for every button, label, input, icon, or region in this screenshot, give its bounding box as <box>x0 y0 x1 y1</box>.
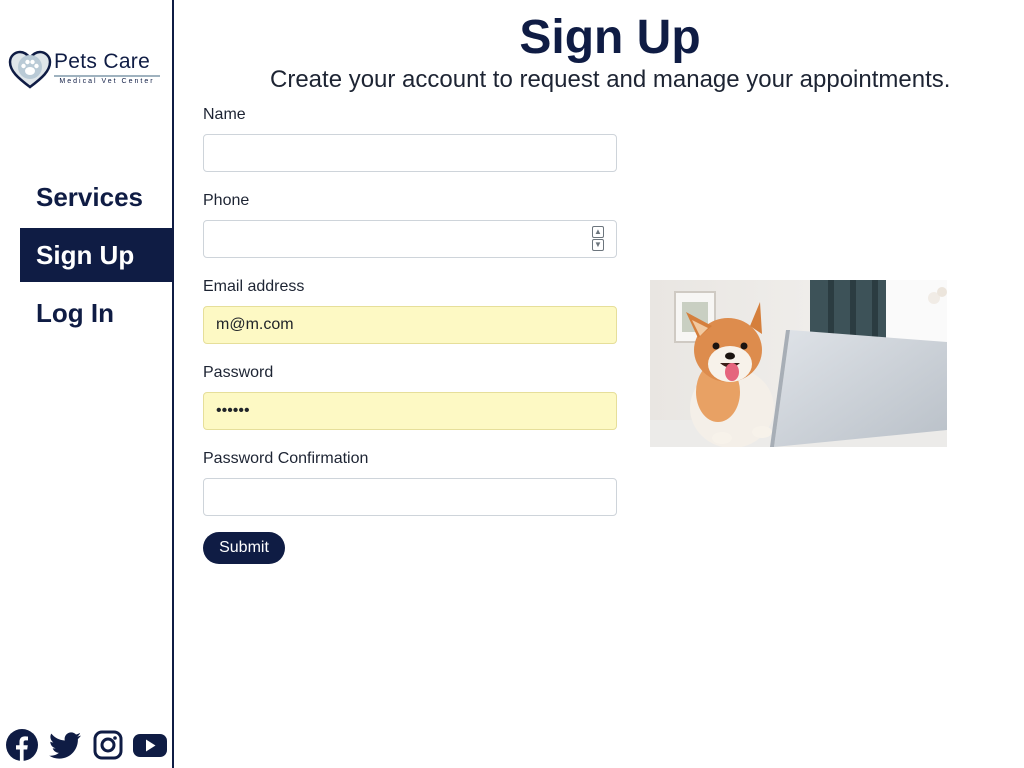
stepper-up-icon[interactable]: ▲ <box>592 226 604 238</box>
dog-with-laptop-image <box>650 280 947 447</box>
email-label: Email address <box>203 278 305 295</box>
password-confirmation-label: Password Confirmation <box>203 450 369 467</box>
brand-name: Pets Care <box>54 50 151 73</box>
password-confirmation-field[interactable] <box>203 478 617 516</box>
nav-item-services[interactable]: Services <box>20 170 174 224</box>
youtube-icon[interactable] <box>132 729 168 766</box>
main-nav: Services Sign Up Log In <box>20 170 174 344</box>
page-title: Sign Up <box>519 11 701 64</box>
nav-item-sign-up[interactable]: Sign Up <box>20 228 174 282</box>
submit-button[interactable]: Submit <box>203 532 285 564</box>
phone-label: Phone <box>203 192 250 209</box>
email-field[interactable] <box>203 306 617 344</box>
password-field[interactable] <box>203 392 617 430</box>
sign-up-form: Name Phone ▲ ▼ Email address Password Pa… <box>203 104 617 534</box>
phone-stepper[interactable]: ▲ ▼ <box>592 226 604 252</box>
nav-item-log-in[interactable]: Log In <box>20 286 174 340</box>
password-label: Password <box>203 364 274 381</box>
logo[interactable]: Pets Care Medical Vet Center <box>8 48 168 92</box>
twitter-icon[interactable] <box>48 729 82 766</box>
heart-paw-logo-icon <box>8 50 52 89</box>
instagram-icon[interactable] <box>93 729 123 766</box>
logo-divider <box>54 75 160 77</box>
name-label: Name <box>203 106 246 123</box>
page-subtitle: Create your account to request and manag… <box>270 66 951 93</box>
brand-tagline: Medical Vet Center <box>59 78 155 85</box>
facebook-icon[interactable] <box>6 729 38 766</box>
phone-field-wrapper: ▲ ▼ <box>203 220 617 258</box>
name-field[interactable] <box>203 134 617 172</box>
phone-field[interactable] <box>203 220 617 258</box>
stepper-down-icon[interactable]: ▼ <box>592 239 604 251</box>
sidebar: Pets Care Medical Vet Center Services Si… <box>0 0 174 768</box>
